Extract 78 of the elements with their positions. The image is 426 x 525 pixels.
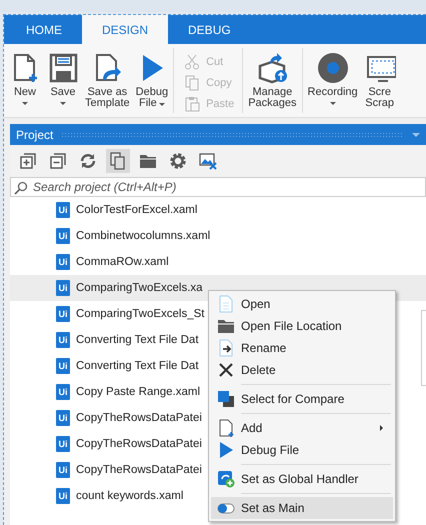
file-arrow-icon [217,339,235,357]
file-icon: Ui [56,462,70,478]
file-name: ColorTestForExcel.xaml [76,204,198,216]
menu-item[interactable]: Select for Compare [211,388,393,410]
file-name: Converting Text File Dat [76,360,199,372]
file-name: CopyTheRowsDataPatei [76,412,202,424]
package-icon [256,52,288,84]
folder-icon [139,152,157,170]
file-item[interactable]: Ui CopyTheRowsDataPatei [56,410,202,426]
menu-item[interactable]: Delete [211,359,393,381]
menu-item[interactable]: Open File Location [211,315,393,337]
ribbon-tab[interactable]: HOME [6,15,82,44]
template-button[interactable]: Save as Template [82,52,133,113]
ribbon-tab[interactable]: DESIGN [82,15,168,44]
clipboard-icon [184,96,200,112]
document-icon [217,295,235,313]
ribbon-tab[interactable]: DEBUG [168,15,251,44]
file-icon: Ui [56,254,70,270]
play-icon [217,441,235,459]
overlapping-squares-icon [217,390,235,408]
file-item[interactable]: Ui CopyTheRowsDataPatei [56,462,202,478]
file-item[interactable]: Ui CommaROw.xaml [56,254,169,270]
expand-all-icon [19,152,37,170]
copy-icon [184,74,200,90]
panel-title: Project [16,128,54,142]
settings-icon [169,152,187,170]
new-button[interactable]: New [6,52,44,113]
toolbar-button[interactable] [106,149,130,173]
record-icon [316,52,349,84]
menu-item[interactable]: Open [211,293,393,315]
menu-item[interactable]: Add [211,417,393,439]
file-name: count keywords.xaml [76,490,184,502]
collapse-all-icon [49,152,67,170]
search-icon [14,181,28,195]
file-item[interactable]: Ui Combinetwocolumns.xaml [56,228,210,244]
file-item[interactable]: Ui CopyTheRowsDataPatei [56,436,202,452]
file-name: Combinetwocolumns.xaml [76,230,210,242]
screen-button[interactable]: Scre Scrap [360,52,399,113]
packages-button[interactable]: Manage Packages [245,52,300,113]
file-item[interactable]: Ui ComparingTwoExcels_St [56,306,204,322]
file-name: ComparingTwoExcels_St [76,308,204,320]
new-file-icon [217,419,235,437]
file-item[interactable]: Ui ColorTestForExcel.xaml [56,202,198,218]
file-icon: Ui [56,332,70,348]
file-icon: Ui [56,358,70,374]
menu-item[interactable]: Debug File [211,439,393,461]
file-icon: Ui [56,436,70,452]
file-icon: Ui [56,384,70,400]
file-name: CopyTheRowsDataPatei [76,438,202,450]
delete-icon [217,361,235,379]
file-name: CommaROw.xaml [76,256,169,268]
file-icon: Ui [56,228,70,244]
global-handler-icon [217,470,235,488]
file-name: ComparingTwoExcels.xa [76,282,203,294]
file-icon: Ui [56,488,70,504]
file-name: Converting Text File Dat [76,334,199,346]
file-item[interactable]: Ui Converting Text File Dat [56,332,199,348]
debug-button[interactable]: Debug File [132,52,172,113]
documents-icon [109,152,127,170]
file-item[interactable]: Ui Copy Paste Range.xaml [56,384,200,400]
file-icon: Ui [56,306,70,322]
file-name: Copy Paste Range.xaml [76,386,200,398]
scissors-icon [184,54,200,70]
file-name: CopyTheRowsDataPatei [76,464,202,476]
folder-icon [217,317,235,335]
file-icon: Ui [56,410,70,426]
menu-item[interactable]: Set as Main [211,497,393,519]
save-button[interactable]: Save [44,52,82,113]
recording-button[interactable]: Recording [304,52,361,113]
refresh-icon [79,152,97,170]
image-remove-icon [199,152,217,170]
search-field[interactable]: Search project (Ctrl+Alt+P) [10,177,426,197]
file-item[interactable]: Ui Converting Text File Dat [56,358,199,374]
file-icon: Ui [56,280,70,296]
menu-item[interactable]: Rename [211,337,393,359]
file-icon: Ui [56,202,70,218]
menu-item[interactable]: Set as Global Handler [211,468,393,490]
file-item[interactable]: Ui count keywords.xaml [56,488,184,504]
